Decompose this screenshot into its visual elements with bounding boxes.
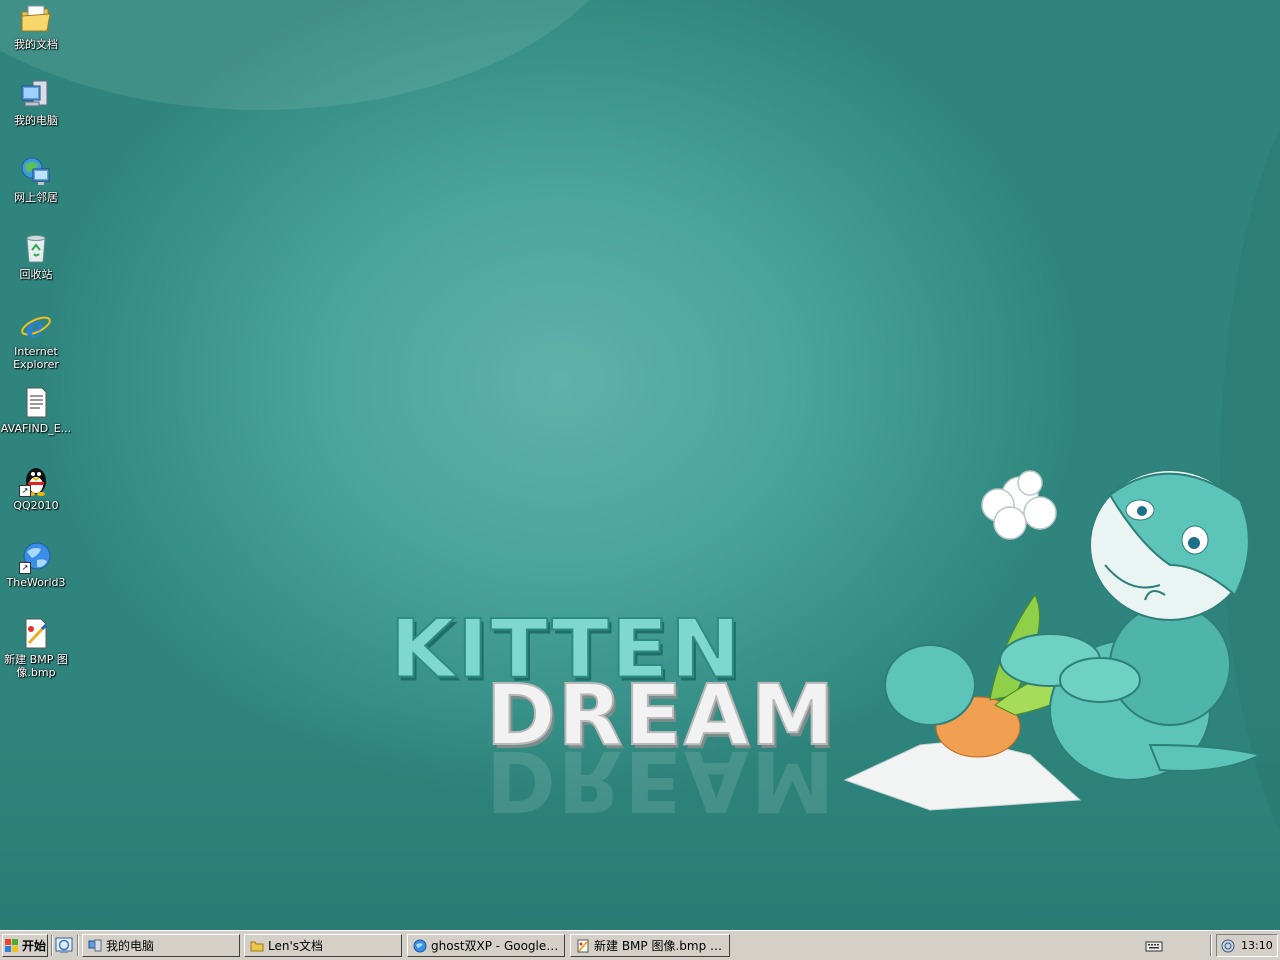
task-button-my-computer[interactable]: 我的电脑 xyxy=(82,934,240,957)
desktop-icon-internet-explorer[interactable]: e Internet Explorer xyxy=(0,309,74,371)
text-file-icon xyxy=(19,386,53,420)
desktop-icon-recycle-bin[interactable]: 回收站 xyxy=(0,232,74,281)
desktop-icon-bmp-image[interactable]: 新建 BMP 图像.bmp xyxy=(0,617,74,679)
task-button-label: Len's文档 xyxy=(268,939,324,953)
theworld-browser-icon: ↗ xyxy=(19,540,53,574)
task-button-label: 新建 BMP 图像.bmp - 画图 xyxy=(594,939,724,953)
wallpaper-logo: KITTEN DREAM DREAM xyxy=(389,600,860,860)
taskbar: 开始 我的电脑 Len's文档 ghost双XP - Google 搜... 新… xyxy=(0,930,1280,960)
recycle-bin-icon xyxy=(19,232,53,266)
shortcut-arrow-icon: ↗ xyxy=(19,562,31,574)
start-button[interactable]: 开始 xyxy=(2,934,48,957)
internet-explorer-icon: e xyxy=(19,309,53,344)
start-label: 开始 xyxy=(22,939,47,953)
my-documents-icon xyxy=(19,2,53,36)
desktop-icon-label: 我的文档 xyxy=(14,38,58,51)
desktop-icon-label: 新建 BMP 图像.bmp xyxy=(4,653,68,679)
desktop-icon-label: AVAFIND_E... xyxy=(0,422,72,435)
desktop-icon-qq[interactable]: ↗ QQ2010 xyxy=(0,463,74,512)
desktop-icon-label: 回收站 xyxy=(19,268,53,281)
desktop-icon-theworld[interactable]: ↗ TheWorld3 xyxy=(0,540,74,589)
desktop[interactable]: 我的文档 我的电脑 网上邻居 回收站 e Internet Explorer A… xyxy=(0,0,1280,930)
taskbar-separator xyxy=(51,935,53,956)
desktop-icon-label: QQ2010 xyxy=(13,499,59,512)
desktop-icon-label: TheWorld3 xyxy=(6,576,66,589)
my-computer-icon xyxy=(88,939,102,953)
taskbar-separator xyxy=(77,935,79,956)
desktop-icon-network-places[interactable]: 网上邻居 xyxy=(0,155,74,204)
task-button-paint[interactable]: 新建 BMP 图像.bmp - 画图 xyxy=(570,934,730,957)
browser-icon xyxy=(413,939,427,953)
shortcut-arrow-icon: ↗ xyxy=(19,485,31,497)
wallpaper-character xyxy=(843,469,1263,811)
folder-icon xyxy=(250,939,264,953)
system-tray: 13:10 xyxy=(1216,934,1278,957)
logo-reflection: DREAM xyxy=(486,732,837,830)
windows-flag-icon xyxy=(5,938,19,953)
tray-app-icon[interactable] xyxy=(1221,939,1235,953)
task-button-label: ghost双XP - Google 搜... xyxy=(431,939,559,953)
wallpaper-arc xyxy=(0,0,640,110)
bmp-image-icon xyxy=(19,617,53,651)
desktop-icon-text-file[interactable]: AVAFIND_E... xyxy=(0,386,74,435)
quick-launch-show-desktop[interactable] xyxy=(55,936,75,956)
desktop-icon-label: 网上邻居 xyxy=(14,191,58,204)
clock[interactable]: 13:10 xyxy=(1241,939,1273,952)
task-button-google-search[interactable]: ghost双XP - Google 搜... xyxy=(407,934,565,957)
desktop-icon-my-computer[interactable]: 我的电脑 xyxy=(0,78,74,127)
show-desktop-icon xyxy=(55,937,73,953)
keyboard-icon xyxy=(1145,941,1163,951)
network-places-icon xyxy=(19,155,53,189)
desktop-icon-label: 我的电脑 xyxy=(14,114,58,127)
qq-penguin-icon: ↗ xyxy=(19,463,53,497)
paint-icon xyxy=(576,939,590,953)
desktop-icon-label: Internet Explorer xyxy=(13,345,59,371)
desktop-icon-my-documents[interactable]: 我的文档 xyxy=(0,2,74,51)
taskbar-separator xyxy=(1210,935,1212,956)
task-button-lens-documents[interactable]: Len's文档 xyxy=(244,934,402,957)
my-computer-icon xyxy=(19,78,53,112)
task-button-label: 我的电脑 xyxy=(106,939,155,953)
language-bar[interactable] xyxy=(1145,934,1171,957)
svg-text:e: e xyxy=(26,311,44,343)
